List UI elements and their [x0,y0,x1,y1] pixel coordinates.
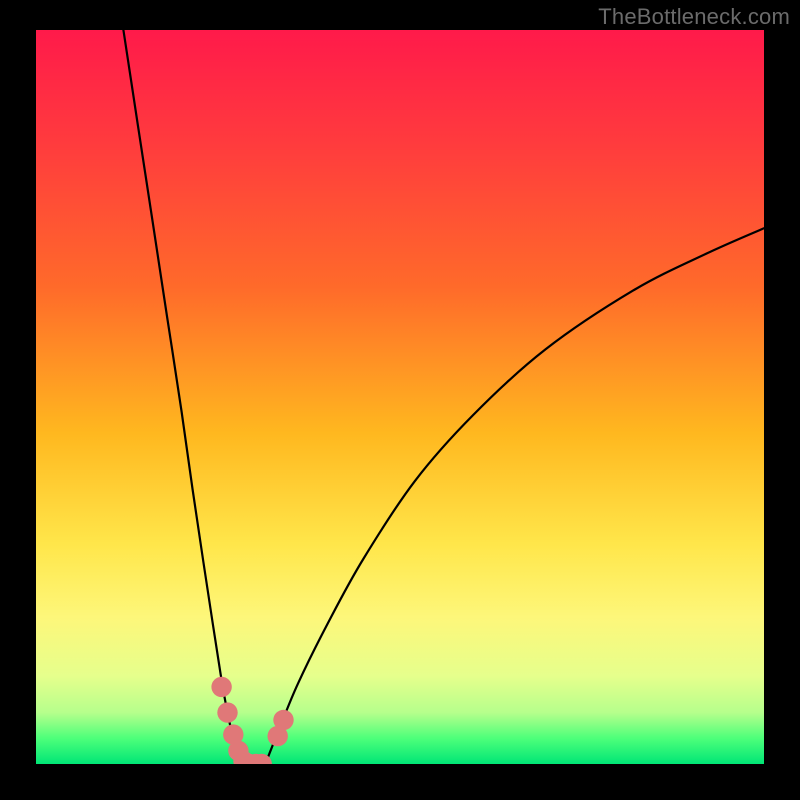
plot-area [36,30,764,764]
data-marker [273,710,293,730]
data-marker [211,677,231,697]
marker-cluster [36,30,764,764]
chart-frame: TheBottleneck.com [0,0,800,800]
data-marker [217,702,237,722]
watermark-text: TheBottleneck.com [598,4,790,30]
